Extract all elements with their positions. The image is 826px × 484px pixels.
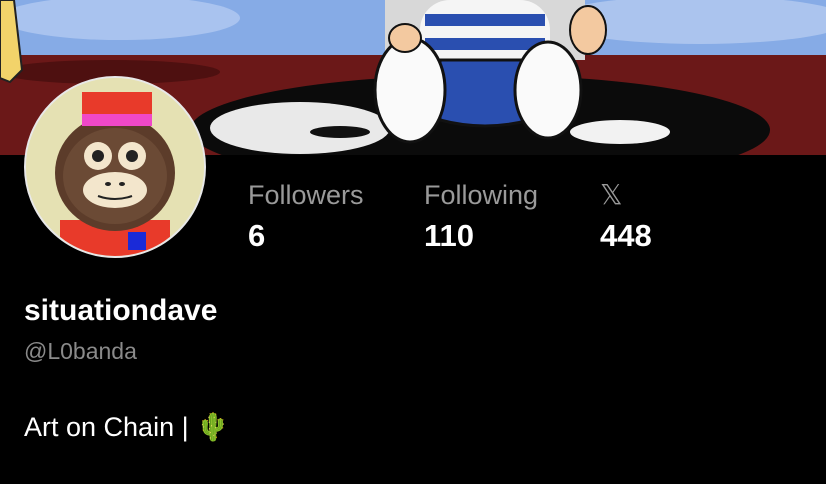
following-stat[interactable]: Following 110 xyxy=(424,178,538,256)
user-handle: @L0banda xyxy=(24,338,137,364)
x-count: 448 xyxy=(600,218,652,253)
monkey-bellhop-avatar-image xyxy=(26,78,204,256)
x-logo-icon: 𝕏 xyxy=(600,178,623,211)
cactus-emoji-icon: 🌵 xyxy=(196,412,230,442)
display-name: situationdave xyxy=(24,294,218,327)
followers-label: Followers xyxy=(248,180,364,210)
bio-text: Art on Chain | xyxy=(24,412,197,442)
following-label: Following xyxy=(424,180,539,210)
followers-count: 6 xyxy=(248,218,266,253)
following-count: 110 xyxy=(424,218,475,253)
profile-bio: Art on Chain | 🌵 xyxy=(24,410,230,444)
followers-stat[interactable]: Followers 6 xyxy=(248,178,364,256)
profile-avatar[interactable] xyxy=(24,76,206,258)
x-stat[interactable]: 𝕏 448 xyxy=(600,178,652,256)
